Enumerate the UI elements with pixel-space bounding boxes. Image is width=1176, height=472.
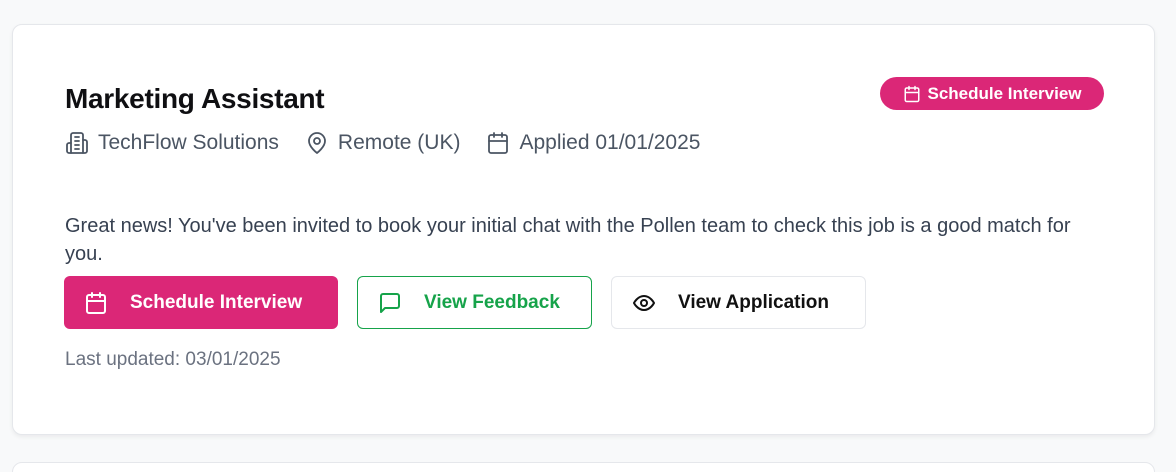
schedule-interview-button[interactable]: Schedule Interview [64,276,338,329]
next-application-card [12,462,1155,472]
eye-icon [633,294,655,311]
company-name: TechFlow Solutions [98,131,279,154]
job-location: Remote (UK) [337,131,461,154]
status-badge-label: Schedule Interview [927,83,1082,103]
location-meta: Remote (UK) [305,131,461,155]
message-square-icon [380,292,400,313]
schedule-interview-label: Schedule Interview [130,291,303,313]
status-badge: Schedule Interview [880,77,1104,110]
view-feedback-button[interactable]: View Feedback [357,276,592,329]
job-title: Marketing Assistant [65,83,325,114]
calendar-icon [904,85,919,102]
view-feedback-label: View Feedback [424,291,560,313]
view-application-button[interactable]: View Application [611,276,866,329]
action-buttons: Schedule Interview View Feedback View Ap… [64,276,866,329]
applied-date: Applied 01/01/2025 [519,131,701,154]
application-card: Marketing Assistant Schedule Interview T… [12,24,1155,435]
building-icon [66,132,88,154]
company-meta: TechFlow Solutions [65,131,279,155]
calendar-icon [488,132,509,154]
applied-meta: Applied 01/01/2025 [486,131,700,155]
last-updated: Last updated: 03/01/2025 [65,349,281,370]
job-meta: TechFlow Solutions Remote (UK) Applied 0… [65,131,726,155]
map-pin-icon [308,132,326,154]
calendar-icon [86,291,106,314]
view-application-label: View Application [678,291,829,313]
status-message: Great news! You've been invited to book … [65,215,1071,265]
